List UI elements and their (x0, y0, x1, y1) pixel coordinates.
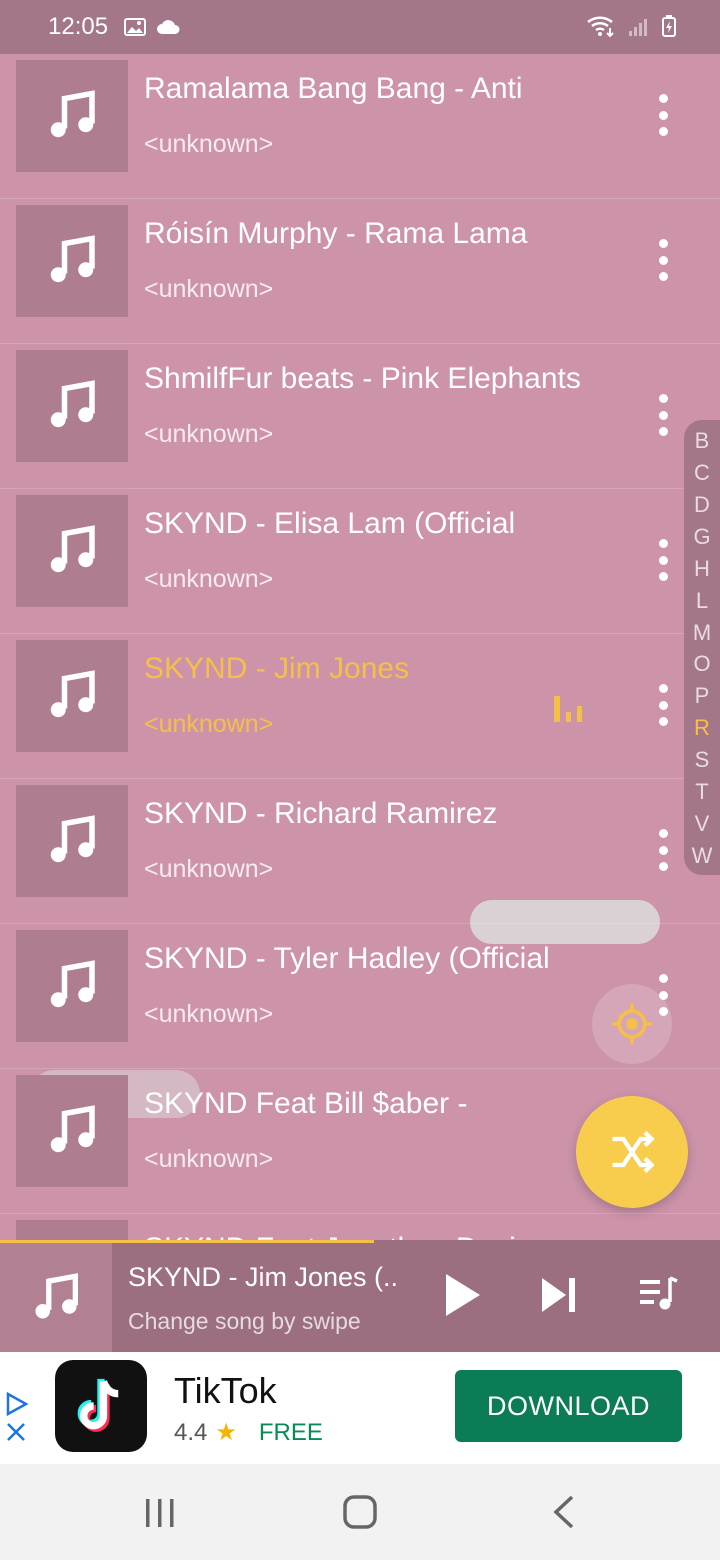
song-title: SKYND - Elisa Lam (Official (144, 507, 516, 540)
play-icon[interactable] (440, 1270, 484, 1320)
alpha-letter[interactable]: T (695, 779, 708, 805)
alphabet-index[interactable]: B C D G H L M O P R S T V W (684, 420, 720, 875)
signal-icon (628, 16, 650, 44)
home-icon[interactable] (340, 1492, 380, 1532)
album-art (16, 205, 128, 317)
star-icon: ★ (215, 1419, 237, 1446)
mini-player-subtitle: Change song by swipe (128, 1308, 361, 1334)
alpha-letter[interactable]: M (693, 620, 711, 646)
cloud-icon (156, 19, 180, 35)
alpha-letter[interactable]: V (695, 811, 710, 837)
album-art (16, 495, 128, 607)
alpha-letter[interactable]: B (695, 428, 710, 454)
music-note-icon (50, 525, 95, 573)
download-button[interactable]: DOWNLOAD (455, 1370, 682, 1442)
song-title: SKYND - Richard Ramirez (144, 797, 498, 830)
ad-price: FREE (258, 1418, 323, 1446)
back-icon[interactable] (550, 1494, 578, 1530)
alpha-letter[interactable]: S (695, 747, 710, 773)
music-note-icon (50, 90, 95, 138)
alpha-letter[interactable]: D (694, 492, 710, 518)
ad-choices-icon[interactable] (4, 1388, 32, 1444)
equalizer-icon (554, 696, 582, 722)
crosshair-icon (611, 1003, 653, 1045)
queue-music-icon[interactable] (636, 1272, 680, 1316)
music-note-icon (35, 1272, 78, 1319)
music-note-icon (50, 670, 95, 718)
alpha-letter[interactable]: P (695, 683, 710, 709)
list-item[interactable]: SKYND Feat Jonathan Davis (0, 1214, 720, 1240)
recent-apps-icon[interactable] (140, 1496, 180, 1530)
music-note-icon (50, 235, 95, 283)
music-note-icon (50, 380, 95, 428)
skip-next-icon[interactable] (538, 1274, 580, 1316)
song-title: SKYND Feat Jonathan Davis (144, 1232, 531, 1240)
alpha-letter[interactable]: L (696, 588, 708, 614)
list-item[interactable]: Ramalama Bang Bang - Anti <unknown> (0, 54, 720, 199)
song-list[interactable]: Ramalama Bang Bang - Anti <unknown> Róis… (0, 54, 720, 1240)
music-note-icon (50, 960, 95, 1008)
more-options-icon[interactable] (648, 535, 678, 585)
list-item[interactable]: ShmilfFur beats - Pink Elephants <unknow… (0, 344, 720, 489)
status-time: 12:05 (48, 13, 109, 40)
album-art (16, 640, 128, 752)
album-art (16, 350, 128, 462)
shuffle-button[interactable] (576, 1096, 688, 1208)
ad-app-name[interactable]: TikTok (174, 1370, 277, 1412)
album-art (16, 1075, 128, 1187)
more-options-icon[interactable] (648, 825, 678, 875)
status-indicators (586, 14, 676, 45)
song-artist: <unknown> (144, 1000, 274, 1028)
mini-player-title: SKYND - Jim Jones (.. (128, 1262, 399, 1292)
list-item[interactable]: SKYND - Richard Ramirez <unknown> (0, 779, 720, 924)
song-artist: <unknown> (144, 710, 274, 738)
song-artist: <unknown> (144, 275, 274, 303)
alpha-letter[interactable]: C (694, 460, 710, 486)
alpha-letter[interactable]: O (693, 651, 710, 677)
mini-album-art (0, 1243, 112, 1352)
locate-current-button[interactable] (592, 984, 672, 1064)
list-item[interactable]: Róisín Murphy - Rama Lama <unknown> (0, 199, 720, 344)
song-artist: <unknown> (144, 420, 274, 448)
song-artist: <unknown> (144, 130, 274, 158)
tiktok-logo-icon[interactable] (55, 1360, 147, 1452)
system-nav-bar (0, 1464, 720, 1560)
more-options-icon[interactable] (648, 390, 678, 440)
song-artist: <unknown> (144, 855, 274, 883)
song-artist: <unknown> (144, 565, 274, 593)
song-artist: <unknown> (144, 1145, 274, 1173)
list-item[interactable]: SKYND - Elisa Lam (Official <unknown> (0, 489, 720, 634)
song-title: Ramalama Bang Bang - Anti (144, 72, 523, 105)
ad-banner[interactable]: TikTok 4.4 ★ FREE DOWNLOAD (0, 1352, 720, 1464)
more-options-icon[interactable] (648, 90, 678, 140)
music-note-icon (50, 815, 95, 863)
image-icon (124, 18, 147, 36)
more-options-icon[interactable] (648, 235, 678, 285)
alpha-letter[interactable]: H (694, 556, 710, 582)
album-art (16, 930, 128, 1042)
ad-rating: 4.4 ★ FREE (174, 1418, 323, 1447)
song-title: SKYND Feat Bill $aber - (144, 1087, 468, 1120)
song-title: SKYND - Tyler Hadley (Official (144, 942, 550, 975)
song-title: Róisín Murphy - Rama Lama (144, 217, 528, 250)
wifi-icon (586, 14, 616, 45)
album-art (16, 60, 128, 172)
shuffle-icon (612, 1130, 655, 1174)
album-art (16, 785, 128, 897)
list-item-now-playing[interactable]: SKYND - Jim Jones <unknown> (0, 634, 720, 779)
song-title: SKYND - Jim Jones (144, 652, 410, 685)
alpha-letter[interactable]: W (692, 843, 713, 869)
status-bar: 12:05 (0, 0, 720, 54)
more-options-icon[interactable] (648, 680, 678, 730)
alpha-letter[interactable]: G (693, 524, 710, 550)
alpha-letter-active[interactable]: R (694, 715, 710, 741)
music-note-icon (50, 1105, 95, 1153)
battery-icon (662, 15, 676, 44)
album-art (16, 1220, 128, 1240)
song-title: ShmilfFur beats - Pink Elephants (144, 362, 581, 395)
ad-rating-value: 4.4 (174, 1418, 208, 1446)
mini-player[interactable]: SKYND - Jim Jones (.. Change song by swi… (0, 1240, 720, 1352)
